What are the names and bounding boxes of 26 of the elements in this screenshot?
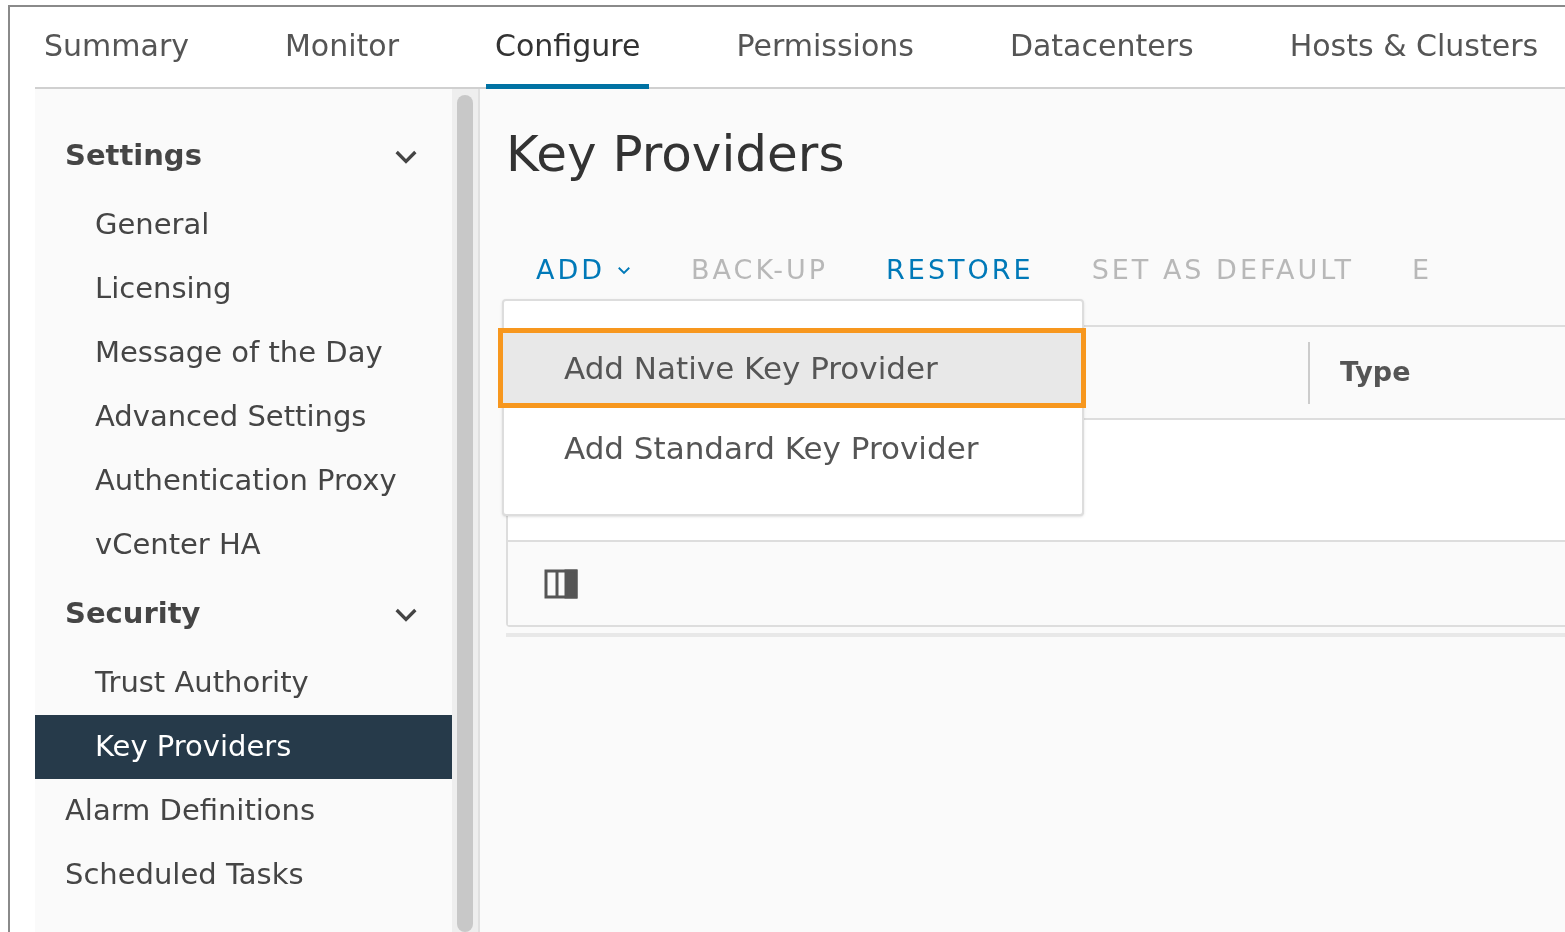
section-heading: Settings bbox=[65, 137, 202, 175]
sidebar-item[interactable]: Advanced Settings bbox=[35, 385, 452, 449]
menu-item[interactable]: Add Native Key Provider bbox=[498, 328, 1086, 408]
tab[interactable]: Permissions bbox=[727, 23, 923, 89]
page-title: Key Providers bbox=[506, 124, 846, 185]
column-header[interactable]: Type bbox=[1340, 352, 1411, 393]
scrollbar-thumb[interactable] bbox=[457, 95, 473, 932]
tab[interactable]: Datacenters bbox=[1000, 23, 1203, 89]
sidebar-item[interactable]: Key Providers bbox=[35, 715, 452, 779]
toolbar-button[interactable]: RESTORE bbox=[886, 249, 1034, 291]
sidebar-item[interactable]: Message of the Day bbox=[35, 321, 452, 385]
tab[interactable]: Monitor bbox=[276, 23, 409, 89]
sidebar-item[interactable]: Scheduled Tasks bbox=[35, 843, 452, 907]
sidebar-item[interactable]: Trust Authority bbox=[35, 651, 452, 715]
tab[interactable]: Hosts & Clusters bbox=[1280, 23, 1548, 89]
scrollbar[interactable] bbox=[452, 89, 480, 932]
menu-item[interactable]: Add Standard Key Provider bbox=[504, 408, 1082, 488]
column-toggle-icon[interactable] bbox=[544, 568, 578, 599]
sidebar-item[interactable]: Authentication Proxy bbox=[35, 449, 452, 513]
sidebar-item[interactable]: Licensing bbox=[35, 257, 452, 321]
tab[interactable]: Summary bbox=[35, 23, 198, 89]
section-heading: Security bbox=[65, 595, 201, 633]
sidebar-item[interactable]: General bbox=[35, 193, 452, 257]
sidebar-item[interactable]: Alarm Definitions bbox=[35, 779, 452, 843]
toolbar-button[interactable]: ADD bbox=[536, 249, 634, 291]
sidebar-item[interactable]: vCenter HA bbox=[35, 513, 452, 577]
